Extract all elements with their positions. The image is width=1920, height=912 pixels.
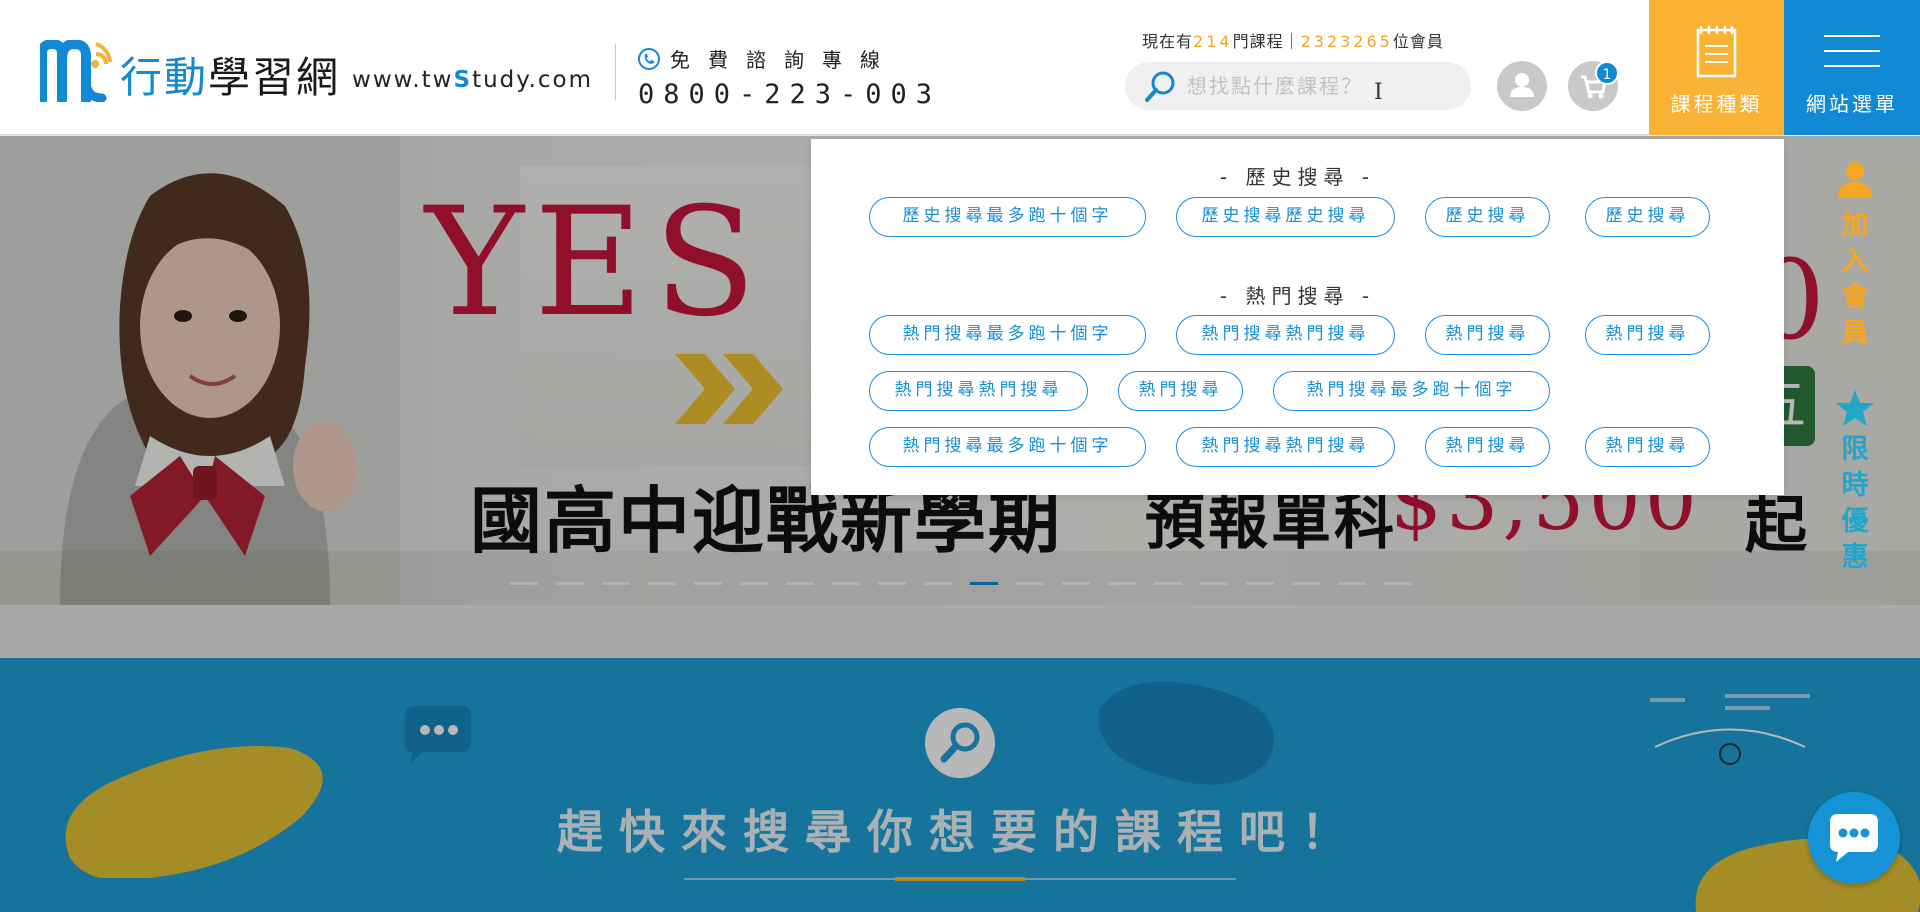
site-header: 行動學習網 www.twStudy.com 免費諮詢專線 0800-223-00… [0,0,1920,135]
hot-chip[interactable]: 熱門搜尋熱門搜尋 [869,371,1088,411]
hamburger-icon [1824,35,1880,67]
banner-pagination-dot[interactable] [1200,582,1228,585]
page: 行動學習網 www.twStudy.com 免費諮詢專線 0800-223-00… [0,0,1920,912]
logo-name-part2: 學習網 [208,53,341,102]
hot-chip[interactable]: 熱門搜尋最多跑十個字 [869,427,1146,467]
banner-pagination-dot[interactable] [832,582,860,585]
site-stats: 現在有214門課程｜2323265位會員 [1142,28,1444,52]
banner-pagination-dot[interactable] [1108,582,1136,585]
double-arrow-icon [675,354,783,424]
cart-count-badge: 1 [1595,61,1619,85]
hotline-number[interactable]: 0800-223-003 [638,79,941,110]
course-search-section: 趕快來搜尋你想要的課程吧！ [0,658,1920,912]
search-input[interactable] [1187,69,1447,103]
stats-suffix: 位會員 [1392,32,1444,51]
banner-pagination-dot[interactable] [648,582,676,585]
banner-pagination-dot[interactable] [740,582,768,585]
side-float-links: 加入會員 限時優惠 [1820,160,1890,576]
chat-button[interactable] [1808,792,1900,884]
hot-chip[interactable]: 熱門搜尋最多跑十個字 [1273,371,1550,411]
banner-pagination-dot[interactable] [970,582,998,585]
hot-chip[interactable]: 熱門搜尋熱門搜尋 [1176,315,1395,355]
stats-course-count: 214 [1193,32,1233,51]
banner-yes-text: YES [425,176,767,350]
hot-search-title: - 熱門搜尋 - [1219,284,1376,308]
student-photo [0,136,400,605]
banner-pagination-strip [0,551,1920,605]
history-search-title: - 歷史搜尋 - [1219,165,1376,189]
text-cursor-icon: I [1374,80,1383,105]
logo-name: 行動學習網 [120,54,340,102]
banner-pagination-dot[interactable] [1062,582,1090,585]
banner-pagination-dot[interactable] [602,582,630,585]
history-chip[interactable]: 歷史搜尋 [1585,197,1710,237]
history-chip[interactable]: 歷史搜尋最多跑十個字 [869,197,1146,237]
hot-chip[interactable]: 熱門搜尋 [1585,315,1710,355]
course-types-button[interactable]: 課程種類 [1649,0,1784,135]
banner-pagination-dot[interactable] [878,582,906,585]
hot-chip[interactable]: 熱門搜尋最多跑十個字 [869,315,1146,355]
banner-pagination[interactable] [510,582,1412,585]
user-icon [1510,73,1534,97]
search-bar[interactable] [1125,62,1471,110]
limited-offer-link[interactable]: 限時優惠 [1820,352,1890,576]
chat-icon [1830,814,1878,862]
star-icon [1836,390,1874,426]
hotline: 免費諮詢專線 0800-223-003 [638,44,941,110]
banner-pagination-dot[interactable] [694,582,722,585]
history-chip[interactable]: 歷史搜尋 [1425,197,1550,237]
banner-pagination-dot[interactable] [510,582,538,585]
banner-pagination-dot[interactable] [1292,582,1320,585]
hot-chip[interactable]: 熱門搜尋 [1585,427,1710,467]
banner-pagination-dot[interactable] [1016,582,1044,585]
user-account-button[interactable] [1497,61,1547,111]
stats-mid: 門課程｜ [1232,32,1301,51]
header-divider [615,44,616,100]
formula-decor-icon [1650,694,1810,765]
course-types-label: 課程種類 [1670,92,1763,116]
banner-pagination-dot[interactable] [924,582,952,585]
hotline-label-row: 免費諮詢專線 [638,44,941,73]
banner-pagination-dot[interactable] [1384,582,1412,585]
phone-icon [638,47,660,70]
magnifier-badge [925,708,995,778]
stats-prefix: 現在有 [1142,32,1194,51]
logo-url-part1: www.tw [352,67,454,93]
banner-pagination-dot[interactable] [786,582,814,585]
chat-bubble-decor-icon [405,706,471,764]
logo-name-part1: 行動 [120,53,209,102]
join-member-label: 加入會員 [1841,210,1869,349]
site-logo[interactable]: 行動學習網 www.twStudy.com [40,40,593,102]
hot-chip[interactable]: 熱門搜尋 [1425,427,1550,467]
hotline-label: 免費諮詢專線 [670,48,898,72]
history-chip[interactable]: 歷史搜尋歷史搜尋 [1176,197,1395,237]
hot-chip[interactable]: 熱門搜尋 [1425,315,1550,355]
title-underline-highlight [895,877,1025,881]
stats-member-count: 2323265 [1300,32,1393,51]
banner-pagination-dot[interactable] [1154,582,1182,585]
hot-chip[interactable]: 熱門搜尋 [1118,371,1243,411]
logo-url: www.twStudy.com [352,58,593,102]
person-icon [1838,162,1872,198]
logo-url-part2: S [453,67,473,93]
logo-url-part3: tudy.com [472,67,594,93]
banner-pagination-dot[interactable] [1246,582,1274,585]
site-menu-label: 網站選單 [1806,92,1898,116]
hot-chip[interactable]: 熱門搜尋熱門搜尋 [1176,427,1395,467]
banner-pagination-dot[interactable] [1338,582,1366,585]
search-icon[interactable] [1143,70,1177,104]
limited-offer-label: 限時優惠 [1841,434,1869,573]
magnifier-icon [940,722,980,763]
decor-blob-blue [1098,681,1274,785]
site-menu-button[interactable]: 網站選單 [1784,0,1920,135]
notepad-icon [1696,26,1737,78]
search-suggestions-dropdown: - 歷史搜尋 - 歷史搜尋最多跑十個字 歷史搜尋歷史搜尋 歷史搜尋 歷史搜尋 -… [811,139,1784,495]
banner-pagination-dot[interactable] [556,582,584,585]
logo-mark-icon [40,40,112,102]
search-section-title: 趕快來搜尋你想要的課程吧！ [557,805,1363,859]
join-member-link[interactable]: 加入會員 [1820,160,1890,352]
